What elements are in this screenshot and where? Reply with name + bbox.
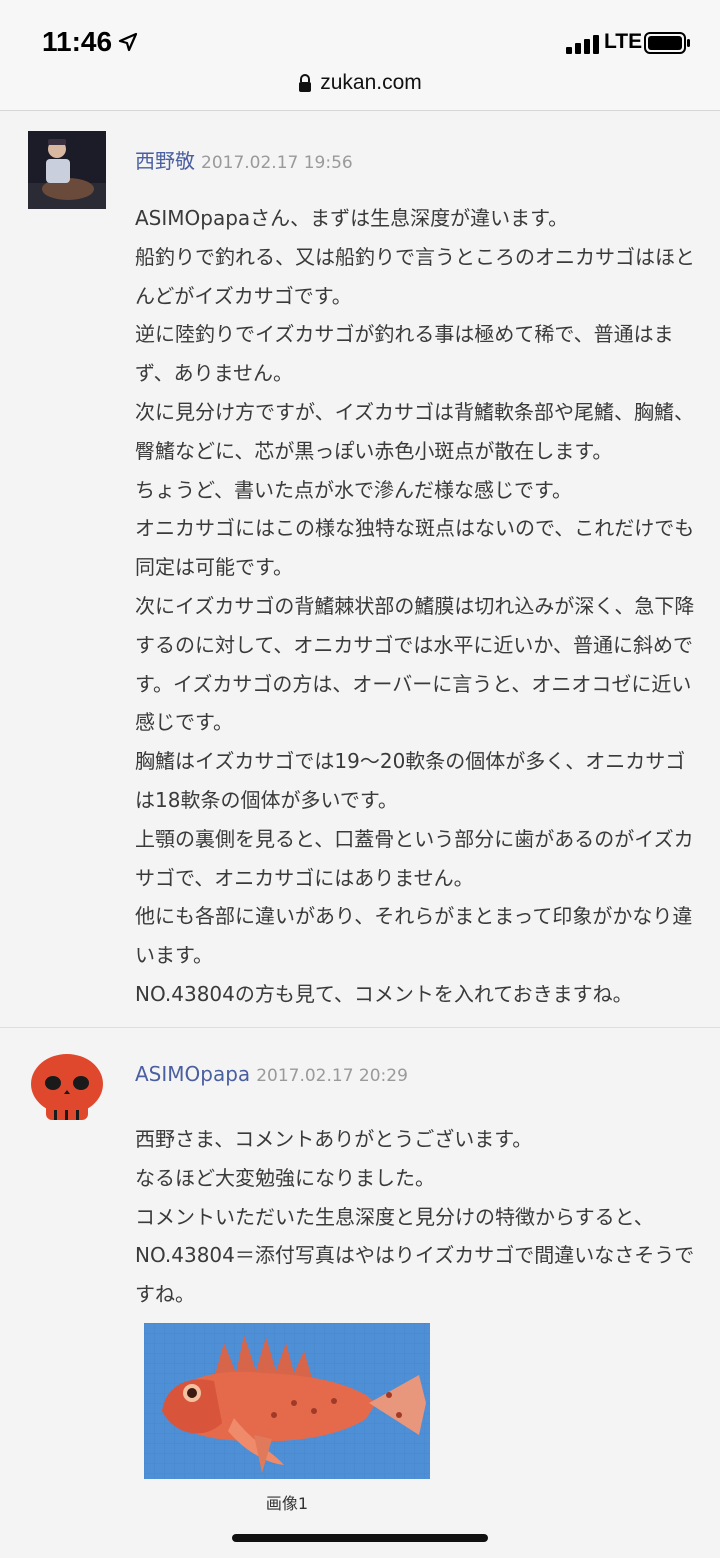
address-bar[interactable]: zukan.com — [0, 66, 720, 100]
author-link[interactable]: 西野敬 — [135, 149, 195, 173]
user-avatar[interactable] — [28, 131, 106, 209]
comment-body: ASIMOpapaさん、まずは生息深度が違います。 船釣りで釣れる、又は船釣りで… — [135, 206, 695, 1006]
comment: ASIMOpapa 2017.02.17 20:29 西野さま、コメントありがとう… — [0, 1028, 720, 1558]
comment: 西野敬 2017.02.17 19:56 ASIMOpapaさん、まずは生息深度が… — [0, 111, 720, 1028]
signal-bars-icon — [566, 35, 599, 54]
lock-icon — [299, 74, 312, 92]
page: 11:46 LTE zukan.com 西野敬 2017.02.17 19:56… — [0, 0, 720, 1558]
skull-avatar[interactable] — [28, 1050, 106, 1128]
attachment-caption: 画像1 — [265, 1494, 309, 1513]
comment-date: 2017.02.17 20:29 — [256, 1066, 408, 1086]
fish-photo[interactable] — [144, 1323, 430, 1479]
home-indicator[interactable] — [232, 1534, 488, 1542]
author-link[interactable]: ASIMOpapa — [135, 1062, 250, 1086]
url-text: zukan.com — [320, 71, 422, 94]
browser-top-bar: 11:46 LTE zukan.com — [0, 0, 720, 111]
status-time: 11:46 — [42, 26, 113, 57]
battery-icon — [644, 32, 690, 54]
comment-meta: 西野敬 2017.02.17 19:56 — [135, 145, 353, 174]
comment-meta: ASIMOpapa 2017.02.17 20:29 — [135, 1062, 408, 1086]
comment-body: 西野さま、コメントありがとうございます。 なるほど大変勉強になりました。 コメン… — [135, 1127, 695, 1307]
location-arrow-icon — [118, 32, 138, 52]
network-type: LTE — [604, 30, 643, 53]
comment-date: 2017.02.17 19:56 — [201, 153, 353, 173]
